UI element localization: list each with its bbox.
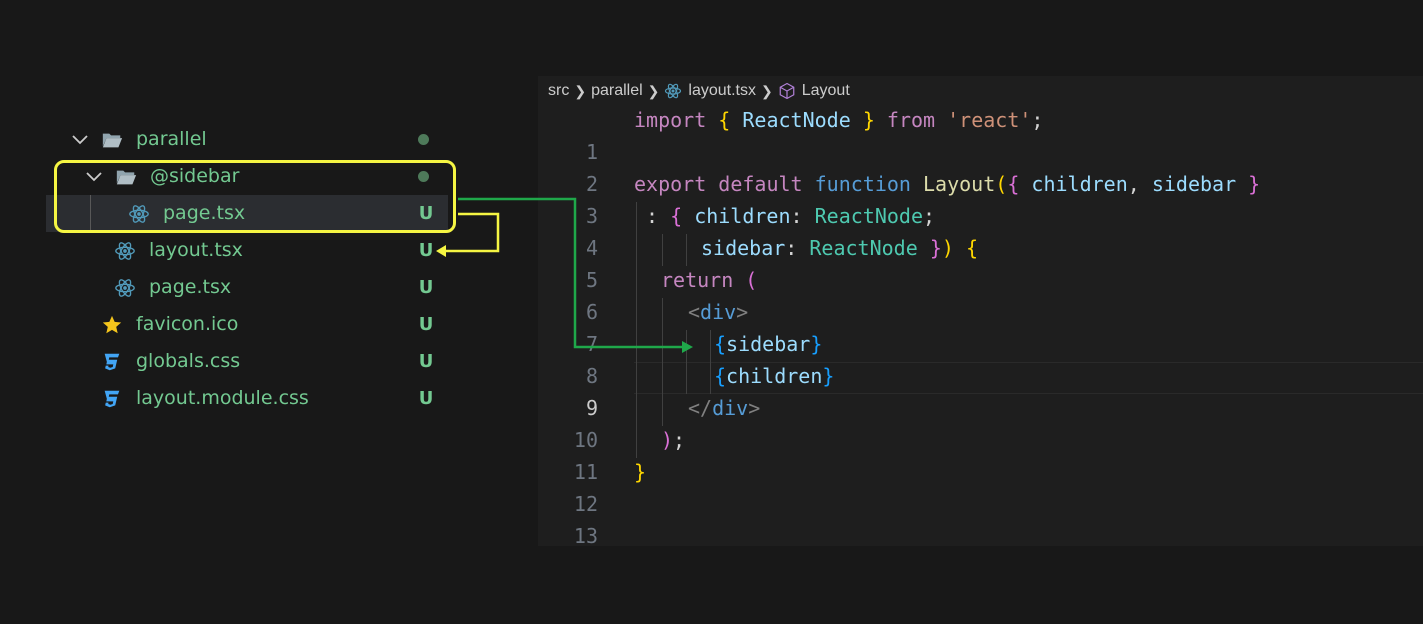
git-status-badge: U bbox=[418, 277, 434, 298]
code-line-13: 13 bbox=[538, 488, 1423, 548]
star-icon bbox=[102, 315, 122, 334]
tree-item-parallel-folder[interactable]: parallel bbox=[0, 121, 470, 158]
breadcrumb-item-layout-symbol[interactable]: Layout bbox=[802, 82, 850, 100]
code-text: ); bbox=[661, 428, 686, 452]
breadcrumb-item-parallel[interactable]: parallel bbox=[591, 82, 643, 100]
tree-item-label: globals.css bbox=[136, 350, 241, 372]
breadcrumb-item-src[interactable]: src bbox=[548, 82, 569, 100]
folder-open-icon bbox=[102, 133, 123, 148]
code-text: export default function Layout({ childre… bbox=[634, 172, 1261, 196]
code-text: } bbox=[634, 460, 647, 484]
code-line-1: 1 import { ReactNode } from 'react'; bbox=[538, 104, 1423, 164]
code-text: return ( bbox=[661, 268, 758, 292]
code-line-2: 2 bbox=[538, 136, 1423, 196]
react-icon bbox=[665, 83, 682, 99]
tree-item-label: favicon.ico bbox=[136, 313, 239, 335]
git-status-badge: U bbox=[418, 314, 434, 335]
css-icon bbox=[104, 353, 120, 371]
code-text: : { children: ReactNode; bbox=[646, 204, 936, 228]
react-icon bbox=[115, 279, 135, 297]
file-explorer: parallel @sidebar page.tsx U layout.tsx … bbox=[0, 0, 500, 624]
tree-item-layout-tsx[interactable]: layout.tsx U bbox=[0, 232, 470, 269]
code-editor[interactable]: src ❯ parallel ❯ layout.tsx ❯ Layout 1 i… bbox=[538, 76, 1423, 548]
code-line-10: 10 </div> bbox=[538, 392, 1423, 452]
tree-item-label: layout.tsx bbox=[149, 239, 243, 261]
modified-dot-indicator bbox=[418, 134, 429, 145]
tree-item-globals-css[interactable]: globals.css U bbox=[0, 343, 470, 380]
code-line-3: 3 export default function Layout({ child… bbox=[538, 168, 1423, 228]
css-icon bbox=[104, 390, 120, 408]
chevron-right-icon: ❯ bbox=[760, 82, 773, 99]
code-line-5: 5 sidebar: ReactNode }) { bbox=[538, 232, 1423, 292]
line-number: 13 bbox=[573, 524, 598, 548]
react-icon bbox=[115, 242, 135, 260]
git-status-badge: U bbox=[418, 388, 434, 409]
chevron-right-icon: ❯ bbox=[574, 82, 587, 99]
git-status-badge: U bbox=[418, 240, 434, 261]
code-text: sidebar: ReactNode }) { bbox=[701, 236, 978, 260]
symbol-method-icon bbox=[779, 82, 795, 100]
breadcrumb-item-layout-tsx[interactable]: layout.tsx bbox=[688, 82, 756, 100]
breadcrumb: src ❯ parallel ❯ layout.tsx ❯ Layout bbox=[548, 80, 850, 102]
code-text: <div> bbox=[688, 300, 749, 324]
code-line-8: 8 {sidebar} bbox=[538, 328, 1423, 388]
code-line-9: 9 {children} bbox=[538, 360, 1423, 420]
tree-item-label: layout.module.css bbox=[136, 387, 309, 409]
code-text: </div> bbox=[688, 396, 761, 420]
chevron-down-icon[interactable] bbox=[70, 130, 90, 150]
tree-item-layout-module-css[interactable]: layout.module.css U bbox=[0, 380, 470, 417]
tree-item-page-tsx[interactable]: page.tsx U bbox=[0, 269, 470, 306]
git-status-badge: U bbox=[418, 351, 434, 372]
code-line-11: 11 ); bbox=[538, 424, 1423, 484]
code-text: {children} bbox=[714, 364, 835, 388]
code-line-7: 7 <div> bbox=[538, 296, 1423, 356]
code-text: {sidebar} bbox=[714, 332, 823, 356]
tree-item-label: parallel bbox=[136, 128, 207, 150]
tree-item-favicon-ico[interactable]: favicon.ico U bbox=[0, 306, 470, 343]
code-line-12: 12 } bbox=[538, 456, 1423, 516]
code-line-6: 6 return ( bbox=[538, 264, 1423, 324]
tree-item-label: page.tsx bbox=[149, 276, 232, 298]
chevron-right-icon: ❯ bbox=[647, 82, 660, 99]
code-text: import { ReactNode } from 'react'; bbox=[634, 108, 1044, 132]
code-line-4: 4 : { children: ReactNode; bbox=[538, 200, 1423, 260]
highlight-box-sidebar-slot bbox=[54, 160, 456, 233]
